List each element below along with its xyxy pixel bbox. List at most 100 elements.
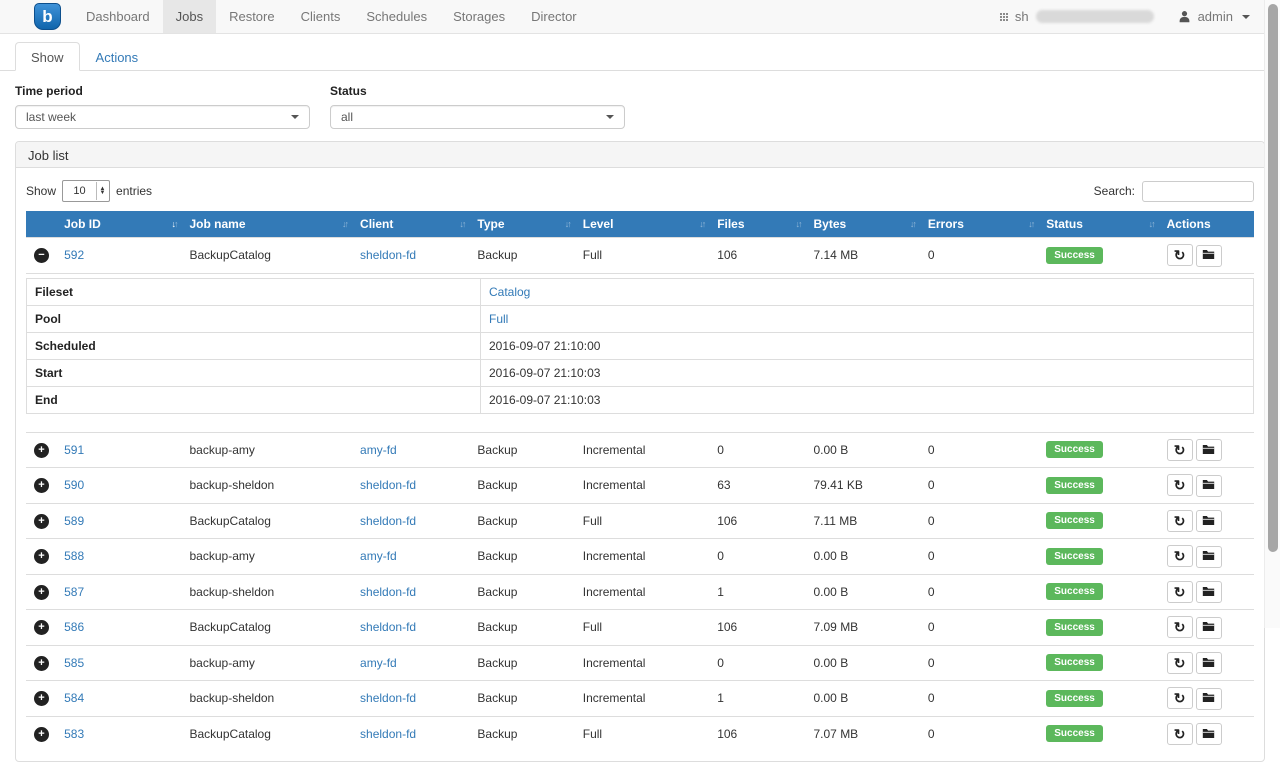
scrollbar-thumb[interactable]	[1268, 4, 1278, 552]
job-row: +583BackupCatalogsheldon-fdBackupFull106…	[26, 716, 1254, 751]
client-link[interactable]: sheldon-fd	[360, 248, 416, 262]
collapse-row-button[interactable]: −	[34, 248, 49, 263]
job-id-link[interactable]: 592	[64, 248, 84, 262]
jobs-table: Job ID↓↑Job name↓↑Client↓↑Type↓↑Level↓↑F…	[26, 211, 1254, 751]
detail-value-link[interactable]: Full	[489, 312, 508, 326]
client-link[interactable]: sheldon-fd	[360, 585, 416, 599]
user-menu[interactable]: admin	[1198, 9, 1233, 24]
job-id-link[interactable]: 586	[64, 620, 84, 634]
job-list-panel: Job list Show 10 ▲▼ entries Search:	[15, 141, 1265, 762]
restore-job-button[interactable]	[1196, 475, 1222, 497]
job-id-link[interactable]: 587	[64, 585, 84, 599]
nav-item-jobs[interactable]: Jobs	[163, 0, 216, 33]
job-bytes-cell: 0.00 B	[806, 432, 920, 468]
job-files-cell: 106	[709, 716, 805, 751]
job-id-link[interactable]: 590	[64, 478, 84, 492]
restore-job-button[interactable]	[1196, 581, 1222, 603]
col-header-type[interactable]: Type↓↑	[469, 211, 574, 238]
client-link[interactable]: amy-fd	[360, 656, 397, 670]
nav-item-schedules[interactable]: Schedules	[353, 0, 440, 33]
detail-value-link[interactable]: Catalog	[489, 285, 530, 299]
client-link[interactable]: sheldon-fd	[360, 514, 416, 528]
job-type-cell: Backup	[469, 681, 574, 717]
restart-job-button[interactable]: ↻	[1167, 439, 1193, 461]
restore-job-button[interactable]	[1196, 439, 1222, 461]
job-type-cell: Backup	[469, 610, 574, 646]
restore-job-button[interactable]	[1196, 652, 1222, 674]
restart-job-button[interactable]: ↻	[1167, 687, 1193, 709]
restart-job-button[interactable]: ↻	[1167, 510, 1193, 532]
expand-row-button[interactable]: +	[34, 549, 49, 564]
expand-row-button[interactable]: +	[34, 443, 49, 458]
col-header-client[interactable]: Client↓↑	[352, 211, 469, 238]
client-link[interactable]: sheldon-fd	[360, 620, 416, 634]
nav-item-restore[interactable]: Restore	[216, 0, 288, 33]
job-row: +589BackupCatalogsheldon-fdBackupFull106…	[26, 503, 1254, 539]
restart-icon: ↻	[1174, 691, 1186, 705]
restore-job-button[interactable]	[1196, 510, 1222, 532]
job-level-cell: Full	[575, 716, 709, 751]
col-header-bytes[interactable]: Bytes↓↑	[806, 211, 920, 238]
expand-row-button[interactable]: +	[34, 478, 49, 493]
job-type-cell: Backup	[469, 716, 574, 751]
apps-grid-icon[interactable]	[1000, 13, 1008, 21]
time-period-select[interactable]: last week	[15, 105, 310, 129]
detail-row: Start2016-09-07 21:10:03	[27, 359, 1254, 386]
expand-row-button[interactable]: +	[34, 691, 49, 706]
job-id-link[interactable]: 591	[64, 443, 84, 457]
job-id-link[interactable]: 584	[64, 691, 84, 705]
restart-job-button[interactable]: ↻	[1167, 474, 1193, 496]
job-id-link[interactable]: 583	[64, 727, 84, 741]
col-header-files[interactable]: Files↓↑	[709, 211, 805, 238]
detail-label: Start	[27, 359, 481, 386]
job-type-cell: Backup	[469, 503, 574, 539]
restore-job-button[interactable]	[1196, 688, 1222, 710]
tab-show[interactable]: Show	[15, 42, 80, 71]
client-link[interactable]: sheldon-fd	[360, 478, 416, 492]
expand-row-button[interactable]: +	[34, 514, 49, 529]
col-header-level[interactable]: Level↓↑	[575, 211, 709, 238]
job-id-link[interactable]: 589	[64, 514, 84, 528]
col-header-job-id[interactable]: Job ID↓↑	[56, 211, 181, 238]
page-length-select[interactable]: 10 ▲▼	[62, 180, 110, 202]
client-link[interactable]: sheldon-fd	[360, 727, 416, 741]
nav-item-director[interactable]: Director	[518, 0, 590, 33]
restore-job-button[interactable]	[1196, 546, 1222, 568]
folder-icon	[1202, 549, 1215, 564]
restart-job-button[interactable]: ↻	[1167, 545, 1193, 567]
restore-job-button[interactable]	[1196, 245, 1222, 267]
client-link[interactable]: amy-fd	[360, 443, 397, 457]
restart-job-button[interactable]: ↻	[1167, 616, 1193, 638]
search-label: Search:	[1094, 184, 1135, 198]
restart-job-button[interactable]: ↻	[1167, 723, 1193, 745]
restart-job-button[interactable]: ↻	[1167, 244, 1193, 266]
app-logo[interactable]: b	[34, 3, 61, 30]
detail-row: End2016-09-07 21:10:03	[27, 386, 1254, 413]
col-header-status[interactable]: Status↓↑	[1038, 211, 1158, 238]
nav-item-storages[interactable]: Storages	[440, 0, 518, 33]
col-header-errors[interactable]: Errors↓↑	[920, 211, 1038, 238]
search-input[interactable]	[1142, 181, 1254, 202]
job-id-link[interactable]: 585	[64, 656, 84, 670]
tab-actions[interactable]: Actions	[80, 42, 155, 70]
col-header-job-name[interactable]: Job name↓↑	[182, 211, 353, 238]
restart-job-button[interactable]: ↻	[1167, 652, 1193, 674]
nav-item-dashboard[interactable]: Dashboard	[73, 0, 163, 33]
job-errors-cell: 0	[920, 574, 1038, 610]
status-select[interactable]: all	[330, 105, 625, 129]
expand-row-button[interactable]: +	[34, 727, 49, 742]
expand-row-button[interactable]: +	[34, 585, 49, 600]
chevron-down-icon[interactable]	[1242, 15, 1250, 19]
job-errors-cell: 0	[920, 503, 1038, 539]
restart-icon: ↻	[1174, 549, 1186, 563]
vertical-scrollbar[interactable]	[1264, 0, 1280, 628]
job-errors-cell: 0	[920, 432, 1038, 468]
client-link[interactable]: amy-fd	[360, 549, 397, 563]
restore-job-button[interactable]	[1196, 723, 1222, 745]
client-link[interactable]: sheldon-fd	[360, 691, 416, 705]
job-id-link[interactable]: 588	[64, 549, 84, 563]
nav-item-clients[interactable]: Clients	[288, 0, 354, 33]
expand-row-button[interactable]: +	[34, 656, 49, 671]
col-header-expand	[26, 211, 56, 238]
restart-job-button[interactable]: ↻	[1167, 581, 1193, 603]
